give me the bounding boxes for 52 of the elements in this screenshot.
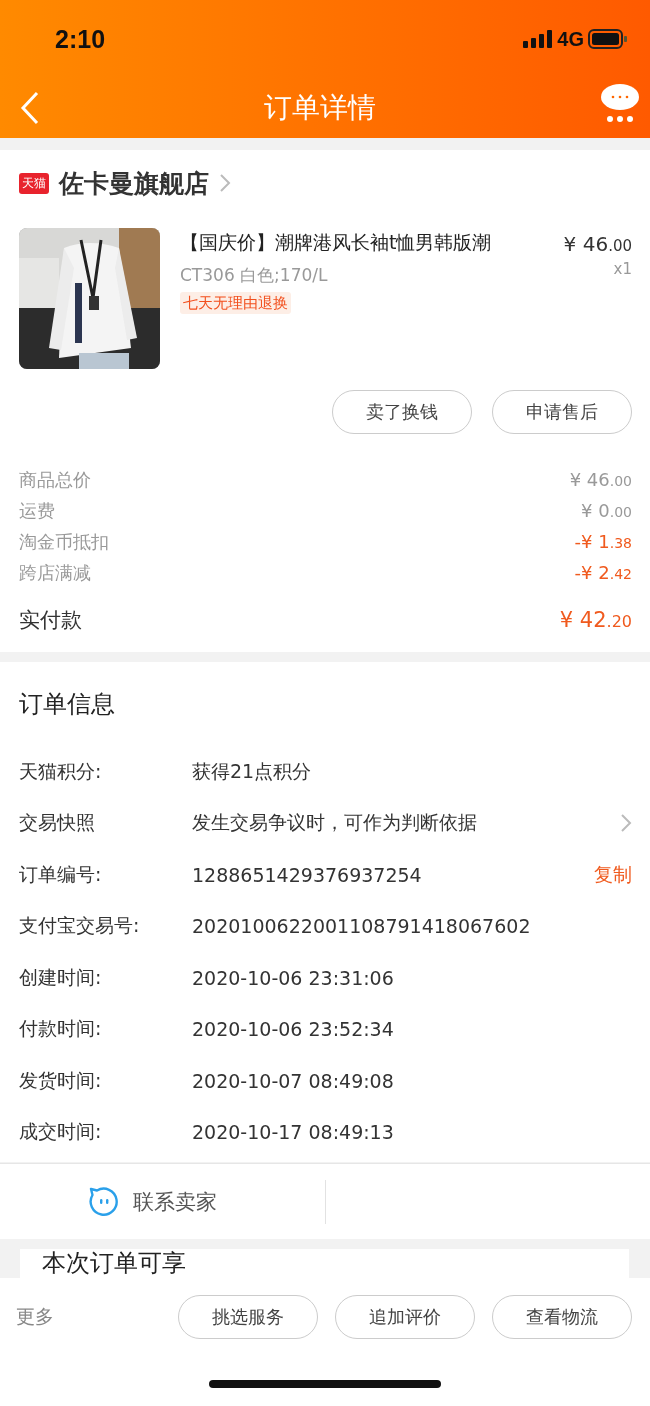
price-label: 跨店满减 [19, 560, 91, 585]
total-label: 实付款 [19, 607, 82, 634]
action-button[interactable]: 追加评价 [335, 1295, 475, 1339]
price-label: 商品总价 [19, 467, 91, 492]
info-value: 2020-10-17 08:49:13 [192, 1121, 395, 1144]
action-button[interactable]: 查看物流 [492, 1295, 632, 1339]
info-value: 发生交易争议时，可作为判断依据 [192, 810, 478, 836]
info-value: 获得21点积分 [192, 758, 313, 784]
battery-icon [588, 29, 628, 49]
product-price: ¥ 46.00 [563, 232, 632, 256]
network-label: 4G [557, 27, 584, 51]
info-value: 2020100622001108791418067602 [192, 915, 532, 938]
chat-face-icon [88, 1186, 119, 1217]
page-title: 订单详情 [264, 90, 376, 126]
info-label: 付款时间: [19, 1016, 103, 1042]
info-label: 交易快照 [19, 810, 96, 836]
store-name[interactable]: 佐卡曼旗舰店 [59, 166, 209, 200]
price-value: ¥ 46.00 [569, 469, 632, 490]
info-label: 订单编号: [19, 861, 103, 887]
return-policy-tag: 七天无理由退换 [180, 292, 291, 314]
price-label: 淘金币抵扣 [19, 529, 109, 554]
info-label: 发货时间: [19, 1067, 103, 1093]
price-value: ¥ 0.00 [581, 500, 632, 521]
status-time: 2:10 [55, 24, 106, 54]
action-button[interactable]: 挑选服务 [178, 1295, 318, 1339]
info-label: 天猫积分: [19, 758, 103, 784]
price-label: 运费 [19, 498, 55, 523]
product-title[interactable]: 【国庆价】潮牌港风长袖t恤男韩版潮 [180, 230, 564, 256]
product-spec: CT306 白色;170/L [180, 264, 329, 287]
action-button[interactable]: 卖了换钱 [332, 390, 472, 434]
info-value: 2020-10-06 23:31:06 [192, 966, 395, 989]
info-label: 创建时间: [19, 964, 103, 990]
total-value: ¥ 42.20 [559, 608, 632, 632]
back-icon[interactable] [20, 91, 40, 125]
info-value: 1288651429376937254 [192, 863, 423, 886]
section-title: 订单信息 [19, 689, 116, 720]
chat-menu-icon[interactable] [600, 83, 640, 123]
info-value: 2020-10-07 08:49:08 [192, 1069, 395, 1092]
info-label: 成交时间: [19, 1119, 103, 1145]
section-title: 本次订单可享 [42, 1249, 187, 1277]
info-value: 2020-10-06 23:52:34 [192, 1018, 395, 1041]
price-value: -¥ 2.42 [574, 562, 632, 583]
action-button[interactable]: 申请售后 [492, 390, 632, 434]
info-label: 支付宝交易号: [19, 913, 141, 939]
product-quantity: x1 [613, 260, 632, 278]
store-badge: 天猫 [19, 172, 49, 194]
chevron-icon [219, 173, 231, 193]
more-link[interactable]: 更多 [16, 1304, 54, 1330]
chevron-icon[interactable] [620, 813, 632, 834]
signal-icon [523, 30, 554, 48]
price-value: -¥ 1.38 [574, 531, 632, 552]
contact-seller-button[interactable]: 联系卖家 [0, 1164, 325, 1239]
